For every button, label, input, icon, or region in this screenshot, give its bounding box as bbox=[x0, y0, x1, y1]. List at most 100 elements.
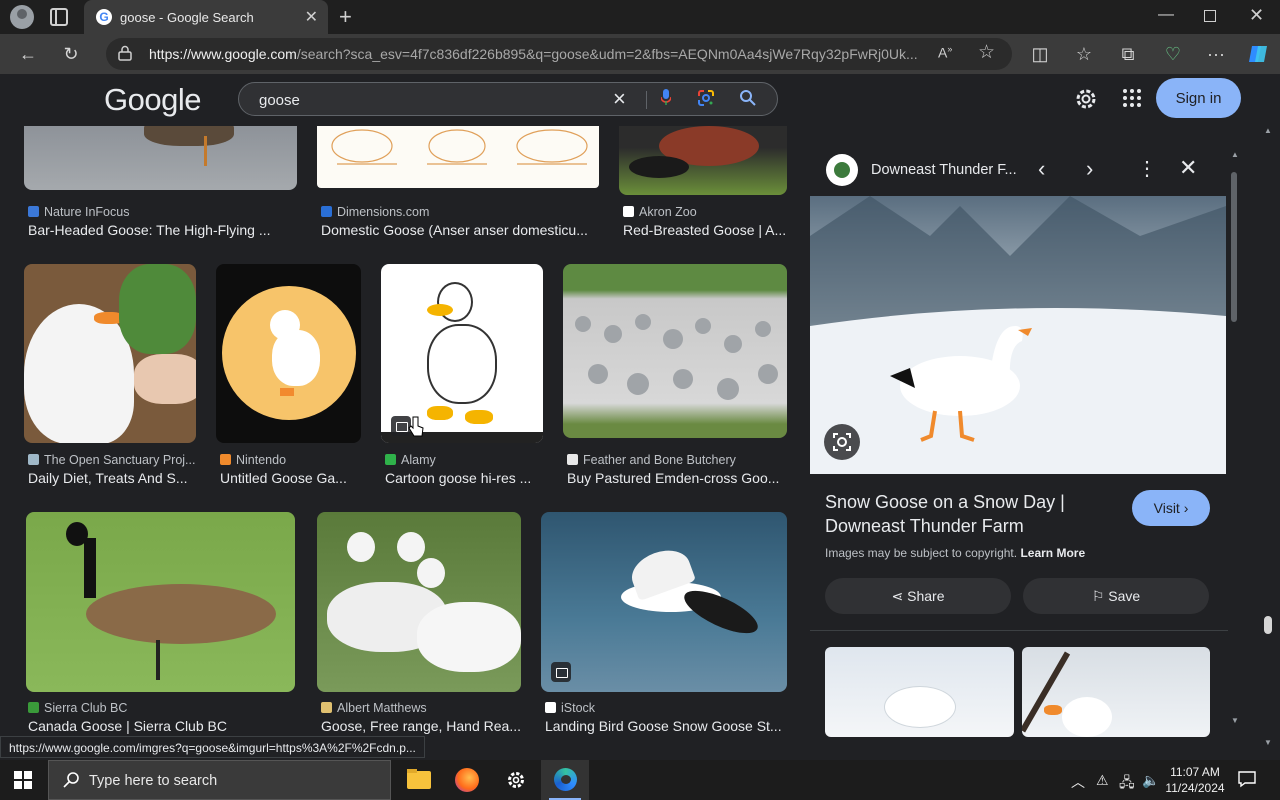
result-image[interactable] bbox=[317, 512, 521, 692]
share-button[interactable]: ⋖ Share bbox=[825, 578, 1011, 614]
result-caption[interactable]: Untitled Goose Ga... bbox=[220, 470, 361, 486]
browser-essentials-icon[interactable]: ♡ bbox=[1161, 42, 1185, 66]
taskbar-clock[interactable]: 11:07 AM 11/24/2024 bbox=[1162, 764, 1228, 796]
clear-search-icon[interactable]: × bbox=[613, 86, 626, 112]
split-screen-icon[interactable]: ◫ bbox=[1028, 42, 1052, 66]
result-source[interactable]: Dimensions.com bbox=[321, 205, 429, 219]
result-image[interactable] bbox=[24, 126, 297, 190]
next-result-icon[interactable]: › bbox=[1086, 156, 1093, 182]
panel-title[interactable]: Snow Goose on a Snow Day | Downeast Thun… bbox=[825, 490, 1115, 538]
notification-icon[interactable] bbox=[1238, 770, 1256, 788]
tab-google-search[interactable]: G goose - Google Search ✕ bbox=[84, 0, 328, 34]
result-caption[interactable]: Landing Bird Goose Snow Goose St... bbox=[545, 718, 787, 734]
site-logo-icon[interactable] bbox=[826, 154, 858, 186]
google-logo[interactable]: Google bbox=[104, 82, 201, 118]
save-button[interactable]: ⚐ Save bbox=[1023, 578, 1209, 614]
profile-avatar-icon[interactable] bbox=[10, 5, 34, 29]
result-image[interactable] bbox=[619, 126, 787, 195]
result-image[interactable] bbox=[317, 126, 599, 188]
result-image[interactable] bbox=[26, 512, 295, 692]
favorite-star-icon[interactable]: ☆ bbox=[978, 41, 995, 64]
result-caption[interactable]: Goose, Free range, Hand Rea... bbox=[321, 718, 521, 734]
settings-app-icon[interactable] bbox=[492, 760, 540, 800]
windows-taskbar: Type here to search ︿ ⚠ 🖧 🔈 11:07 AM 11/… bbox=[0, 760, 1280, 800]
result-image[interactable] bbox=[24, 264, 196, 443]
result-source[interactable]: Akron Zoo bbox=[623, 205, 697, 219]
settings-gear-icon[interactable] bbox=[1073, 86, 1099, 112]
result-image[interactable] bbox=[381, 264, 543, 443]
related-image[interactable] bbox=[1022, 647, 1210, 737]
clock-date: 11/24/2024 bbox=[1165, 781, 1225, 795]
read-aloud-icon[interactable]: A» bbox=[938, 44, 952, 61]
result-caption[interactable]: Bar-Headed Goose: The High-Flying ... bbox=[28, 222, 298, 238]
windows-start-icon[interactable] bbox=[14, 771, 32, 789]
new-tab-button[interactable]: + bbox=[339, 4, 352, 30]
search-input[interactable] bbox=[259, 90, 599, 110]
lock-icon[interactable] bbox=[118, 45, 132, 61]
tab-close-icon[interactable]: ✕ bbox=[305, 7, 318, 27]
result-caption[interactable]: Domestic Goose (Anser anser domesticu... bbox=[321, 222, 599, 238]
learn-more-link[interactable]: Learn More bbox=[1020, 546, 1085, 560]
google-apps-icon[interactable] bbox=[1122, 88, 1142, 108]
tab-title: goose - Google Search bbox=[120, 10, 254, 25]
result-source[interactable]: The Open Sanctuary Proj... bbox=[28, 453, 195, 467]
result-caption[interactable]: Buy Pastured Emden-cross Goo... bbox=[567, 470, 787, 486]
more-options-icon[interactable]: ⋮ bbox=[1137, 156, 1157, 181]
back-arrow-icon[interactable]: ← bbox=[16, 42, 40, 66]
visual-search-icon[interactable] bbox=[824, 424, 860, 460]
image-preview-panel: Downeast Thunder F... ‹ › ⋮ ✕ Snow Goose… bbox=[810, 142, 1228, 758]
panel-scrollbar[interactable]: ▲ ▼ bbox=[1228, 150, 1240, 730]
collections-icon[interactable]: ⧉ bbox=[1116, 42, 1140, 66]
google-lens-icon[interactable] bbox=[697, 89, 715, 107]
search-box: × bbox=[238, 82, 778, 116]
window-close-button[interactable]: ✕ bbox=[1249, 5, 1264, 26]
show-hidden-icons-icon[interactable]: ︿ bbox=[1071, 772, 1085, 792]
result-source[interactable]: Nintendo bbox=[220, 453, 286, 467]
restore-button[interactable] bbox=[1204, 10, 1216, 22]
panel-divider bbox=[810, 630, 1228, 631]
previous-result-icon[interactable]: ‹ bbox=[1038, 156, 1045, 182]
result-caption[interactable]: Daily Diet, Treats And S... bbox=[28, 470, 196, 486]
clock-time: 11:07 AM bbox=[1170, 765, 1220, 779]
result-source[interactable]: Alamy bbox=[385, 453, 436, 467]
microphone-icon[interactable] bbox=[661, 89, 671, 105]
result-source[interactable]: Albert Matthews bbox=[321, 701, 427, 715]
result-caption[interactable]: Cartoon goose hi-res ... bbox=[385, 470, 543, 486]
more-menu-icon[interactable]: ··· bbox=[1204, 42, 1228, 66]
url-text: https://www.google.com/search?sca_esv=4f… bbox=[149, 46, 918, 62]
sign-in-button[interactable]: Sign in bbox=[1156, 78, 1241, 118]
refresh-icon[interactable]: ↻ bbox=[59, 42, 83, 66]
google-favicon-icon: G bbox=[96, 9, 112, 25]
result-image[interactable] bbox=[216, 264, 361, 443]
copilot-icon[interactable] bbox=[1246, 42, 1270, 66]
visit-button[interactable]: Visit › bbox=[1132, 490, 1210, 526]
result-caption[interactable]: Canada Goose | Sierra Club BC bbox=[28, 718, 296, 734]
search-icon bbox=[63, 772, 79, 788]
result-source[interactable]: Feather and Bone Butchery bbox=[567, 453, 736, 467]
result-caption[interactable]: Red-Breasted Goose | A... bbox=[623, 222, 787, 238]
address-bar[interactable]: https://www.google.com/search?sca_esv=4f… bbox=[106, 38, 1012, 70]
firefox-icon[interactable] bbox=[443, 760, 491, 800]
volume-muted-icon[interactable]: 🔈 bbox=[1142, 772, 1159, 789]
favorites-icon[interactable]: ☆ bbox=[1072, 42, 1096, 66]
search-icon[interactable] bbox=[739, 89, 757, 107]
file-explorer-icon[interactable] bbox=[395, 760, 443, 800]
panel-site-name[interactable]: Downeast Thunder F... bbox=[871, 162, 1017, 178]
tab-actions-icon[interactable] bbox=[50, 8, 68, 26]
result-image[interactable] bbox=[541, 512, 787, 692]
related-image[interactable] bbox=[825, 647, 1014, 737]
result-source[interactable]: iStock bbox=[545, 701, 595, 715]
copyright-notice: Images may be subject to copyright. Lear… bbox=[825, 546, 1086, 560]
result-source[interactable]: Nature InFocus bbox=[28, 205, 129, 219]
result-source[interactable]: Sierra Club BC bbox=[28, 701, 127, 715]
security-tray-icon[interactable]: ⚠ bbox=[1096, 772, 1109, 789]
preview-image[interactable] bbox=[810, 196, 1226, 474]
network-icon[interactable]: 🖧 bbox=[1119, 772, 1135, 796]
page-scrollbar[interactable]: ▲ ▼ bbox=[1262, 126, 1274, 756]
google-header: Google × Sign in bbox=[0, 74, 1280, 126]
result-image[interactable] bbox=[563, 264, 787, 438]
taskbar-search[interactable]: Type here to search bbox=[48, 760, 391, 800]
minimize-button[interactable]: — bbox=[1158, 6, 1174, 24]
edge-browser-icon[interactable] bbox=[541, 760, 589, 800]
close-panel-icon[interactable]: ✕ bbox=[1179, 155, 1197, 181]
